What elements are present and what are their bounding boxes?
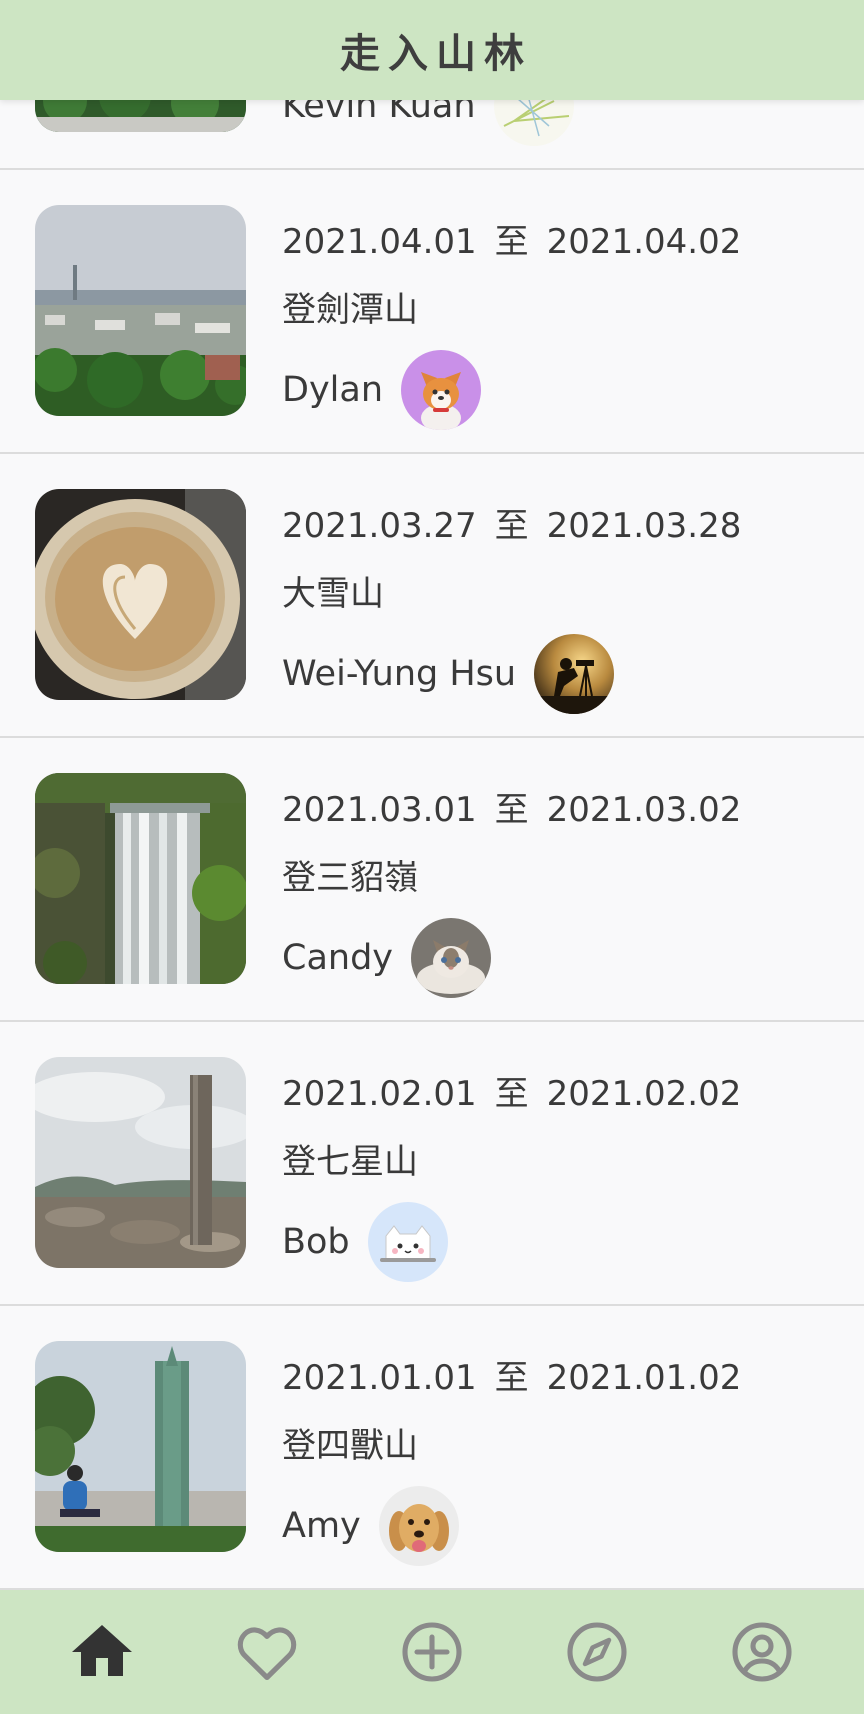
trip-title: 登七星山 [282,1142,418,1182]
trip-card[interactable]: 2021.01.01 至 2021.01.02 登四獸山 Amy [0,1306,864,1590]
end-date: 2021.01.02 [546,1358,742,1398]
bottom-nav [0,1590,864,1714]
trip-author: Amy [282,1486,459,1566]
end-date: 2021.02.02 [546,1074,742,1114]
trip-dates: 2021.02.01 至 2021.02.02 [282,1066,741,1115]
date-separator: 至 [494,1358,529,1398]
start-date: 2021.03.01 [282,790,477,830]
trip-author: Dylan [282,350,482,430]
trip-title: 登三貂嶺 [282,858,418,898]
nav-account[interactable] [717,1607,807,1697]
photographer-silhouette-avatar [534,634,615,714]
nav-home[interactable] [57,1607,147,1697]
trip-author: Wei-Yung Hsu [282,634,615,714]
trip-thumbnail [35,1341,246,1552]
date-separator: 至 [494,790,529,830]
compass-icon [567,1622,627,1682]
author-name: Amy [282,1506,361,1546]
trip-thumbnail [35,773,246,984]
trip-thumbnail [35,1057,246,1268]
author-name: Wei-Yung Hsu [282,654,517,694]
trip-dates: 2021.01.01 至 2021.01.02 [282,1350,741,1399]
trip-dates: 2021.03.27 至 2021.03.28 [282,498,741,547]
start-date: 2021.04.01 [282,222,477,262]
author-name: Bob [282,1222,350,1262]
trip-card[interactable]: 2021.03.27 至 2021.03.28 大雪山 Wei-Yung Hsu [0,454,864,738]
trip-title: 登四獸山 [282,1426,418,1466]
home-icon [72,1625,133,1676]
account-icon [732,1622,792,1682]
trip-card[interactable]: 2021.03.01 至 2021.03.02 登三貂嶺 Candy [0,738,864,1022]
author-name: Dylan [282,370,384,410]
nav-explore[interactable] [552,1607,642,1697]
end-date: 2021.04.02 [546,222,742,262]
app-title: 走入山林 [340,31,532,77]
trip-thumbnail [35,205,246,416]
nav-favorites[interactable] [222,1607,312,1697]
end-date: 2021.03.28 [546,506,742,546]
trip-title: 大雪山 [282,574,384,614]
app-root: 走入山林 Kevin Kuan 2021.04.01 至 2021.04.02 … [0,0,864,1714]
author-name: Candy [282,938,393,978]
heart-icon [237,1627,297,1681]
golden-retriever-avatar [378,1486,459,1566]
date-separator: 至 [494,222,529,262]
start-date: 2021.02.01 [282,1074,477,1114]
trip-dates: 2021.04.01 至 2021.04.02 [282,214,741,263]
nav-add[interactable] [387,1607,477,1697]
trip-title: 登劍潭山 [282,290,418,330]
trip-thumbnail [35,489,246,700]
end-date: 2021.03.02 [546,790,742,830]
add-circle-icon [402,1622,462,1682]
start-date: 2021.03.27 [282,506,477,546]
trip-card[interactable]: 2021.04.01 至 2021.04.02 登劍潭山 Dylan [0,170,864,454]
date-separator: 至 [494,1074,529,1114]
date-separator: 至 [494,506,529,546]
trip-dates: 2021.03.01 至 2021.03.02 [282,782,741,831]
start-date: 2021.01.01 [282,1358,477,1398]
corgi-avatar [401,350,482,430]
trip-author: Candy [282,918,491,998]
cat-avatar [411,918,491,998]
app-header: 走入山林 [0,0,864,100]
cartoon-cat-avatar [367,1202,448,1282]
trip-author: Bob [282,1202,448,1282]
trip-card[interactable]: 2021.02.01 至 2021.02.02 登七星山 Bob [0,1022,864,1306]
